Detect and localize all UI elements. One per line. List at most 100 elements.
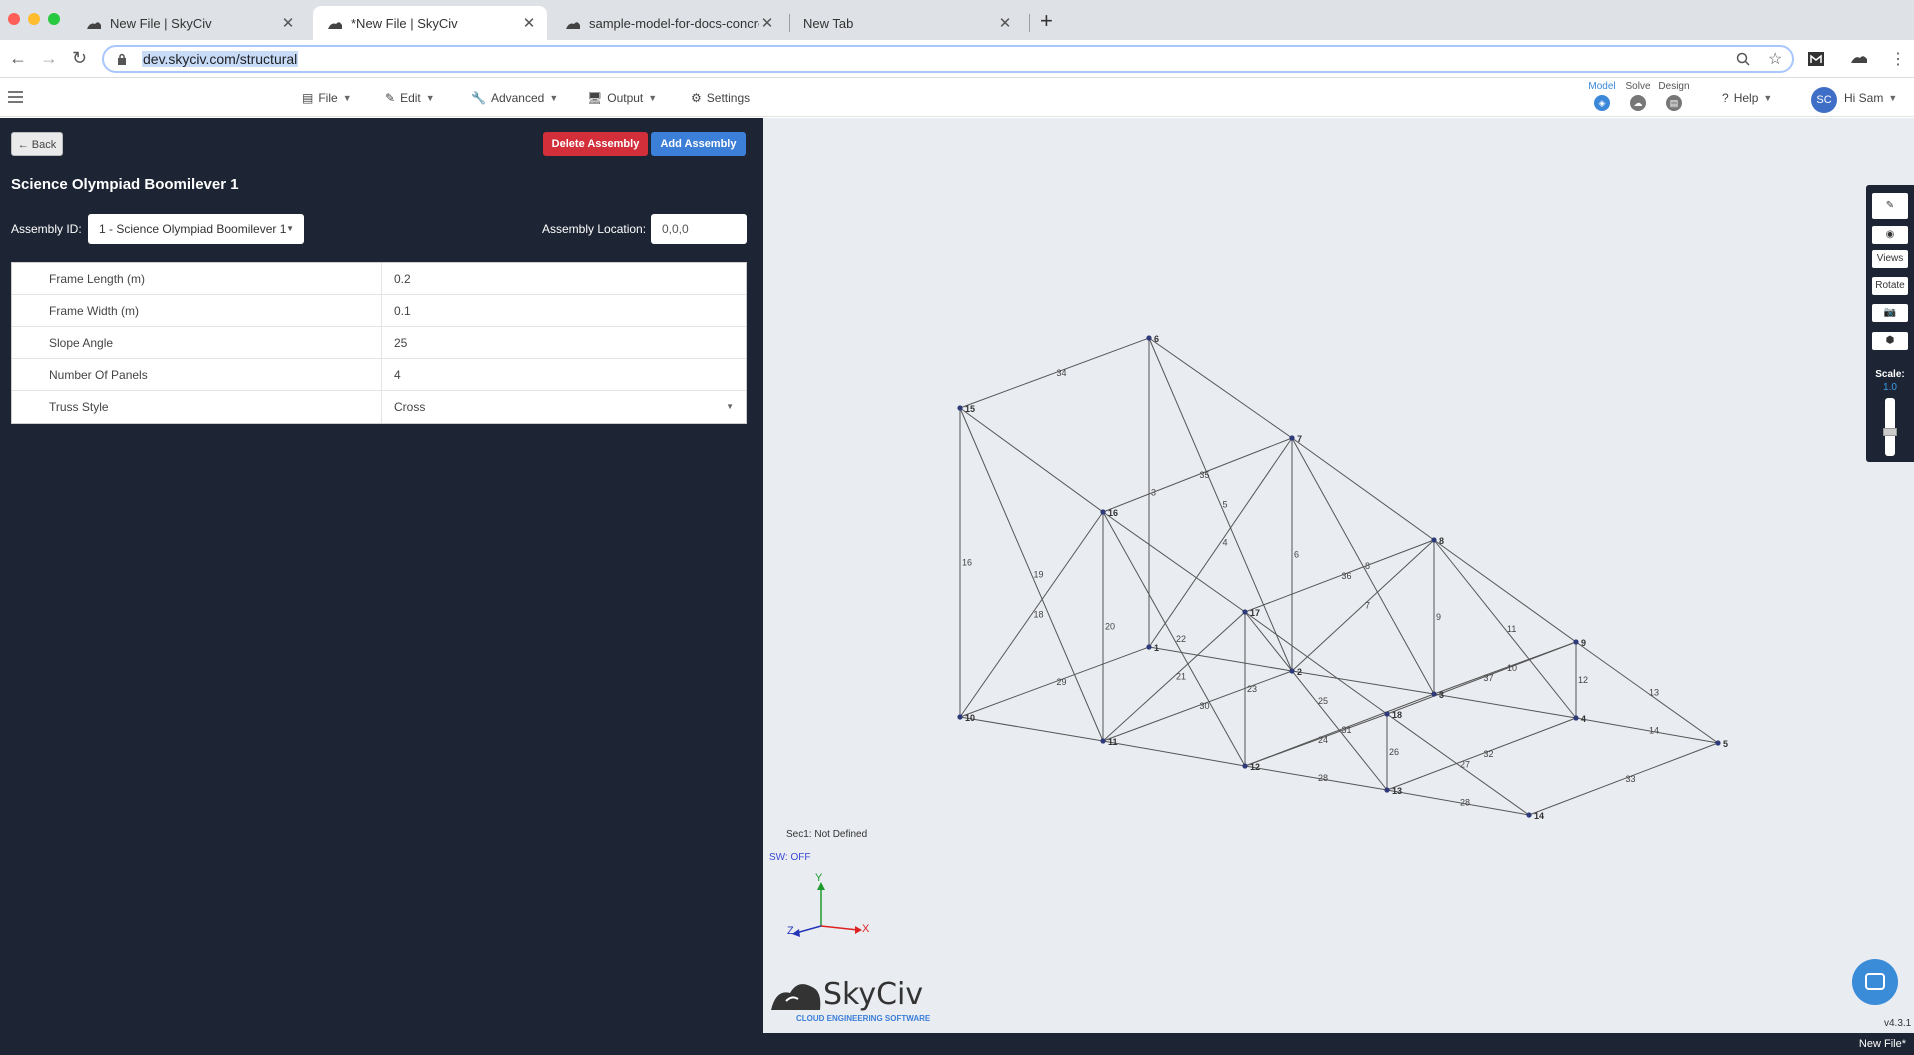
delete-assembly-button[interactable]: Delete Assembly <box>543 132 648 156</box>
truss-member[interactable] <box>1528 742 1719 816</box>
close-tab-icon[interactable]: ✕ <box>997 14 1013 32</box>
truss-node[interactable] <box>1146 335 1152 341</box>
truss-member[interactable] <box>1386 717 1577 791</box>
output-menu[interactable]: 🖥 Output ▼ <box>587 91 657 105</box>
url-text[interactable]: dev.skyciv.com/structural <box>142 51 299 67</box>
slope-angle-input[interactable]: 25 <box>382 327 746 358</box>
truss-member[interactable] <box>1575 717 1719 744</box>
model-mode-tab[interactable]: Model ◈ <box>1584 81 1620 111</box>
camera-icon[interactable]: 📷 <box>1872 304 1908 322</box>
browser-tab-4[interactable]: New Tab ✕ <box>789 6 1023 40</box>
frame-length-input[interactable]: 0.2 <box>382 263 746 294</box>
pencil-icon[interactable]: ✎ <box>1872 193 1908 219</box>
new-tab-plus-icon[interactable]: + <box>1040 10 1053 32</box>
hamburger-menu-icon[interactable] <box>8 91 23 103</box>
truss-member[interactable] <box>959 511 1104 718</box>
chat-support-button[interactable] <box>1852 959 1898 1005</box>
truss-node[interactable] <box>1384 711 1390 717</box>
truss-member[interactable] <box>1244 611 1388 715</box>
truss-member[interactable] <box>1386 789 1530 816</box>
number-of-panels-input[interactable]: 4 <box>382 359 746 390</box>
help-menu[interactable]: ? Help ▼ <box>1722 91 1772 105</box>
truss-member[interactable] <box>1244 611 1388 791</box>
truss-member[interactable] <box>1102 511 1246 613</box>
truss-node[interactable] <box>1573 715 1579 721</box>
maximize-window-button[interactable] <box>48 13 60 25</box>
truss-node[interactable] <box>1431 691 1437 697</box>
truss-member[interactable] <box>1102 740 1246 767</box>
add-assembly-button[interactable]: Add Assembly <box>651 132 746 156</box>
truss-member[interactable] <box>959 716 1104 742</box>
truss-node[interactable] <box>957 714 963 720</box>
minimize-window-button[interactable] <box>28 13 40 25</box>
scale-slider[interactable] <box>1883 398 1897 456</box>
truss-member[interactable] <box>959 337 1150 409</box>
browser-menu-kebab-icon[interactable]: ⋮ <box>1890 49 1906 69</box>
truss-member[interactable] <box>1433 693 1577 719</box>
truss-node[interactable] <box>1384 787 1390 793</box>
settings-menu[interactable]: ⚙ Settings <box>691 91 750 105</box>
truss-node[interactable] <box>1100 738 1106 744</box>
truss-node[interactable] <box>1289 435 1295 441</box>
truss-member[interactable] <box>1148 646 1293 672</box>
truss-member[interactable] <box>1102 611 1246 742</box>
truss-node[interactable] <box>1431 537 1437 543</box>
zoom-magnifier-icon[interactable] <box>1736 52 1750 69</box>
solve-mode-tab[interactable]: Solve ☁ <box>1620 81 1656 111</box>
design-mode-tab[interactable]: Design ▤ <box>1656 81 1692 111</box>
truss-style-select[interactable]: Cross ▼ <box>382 391 746 423</box>
truss-node[interactable] <box>1100 509 1106 515</box>
url-omnibox[interactable]: dev.skyciv.com/structural <box>102 45 1794 73</box>
truss-member[interactable] <box>1433 539 1577 643</box>
truss-member[interactable] <box>1291 670 1435 695</box>
file-menu[interactable]: ▤ File ▼ <box>302 91 352 105</box>
truss-node[interactable] <box>957 405 963 411</box>
scale-slider-handle[interactable] <box>1883 428 1897 436</box>
extension-m-icon[interactable] <box>1808 52 1824 69</box>
extension-skyciv-icon[interactable] <box>1850 52 1868 68</box>
truss-member[interactable] <box>1244 693 1435 767</box>
truss-member[interactable] <box>1102 511 1246 767</box>
frame-width-input[interactable]: 0.1 <box>382 295 746 326</box>
bookmark-star-icon[interactable]: ☆ <box>1768 49 1782 69</box>
truss-member[interactable] <box>1244 539 1435 613</box>
self-weight-status[interactable]: SW: OFF <box>769 852 810 863</box>
truss-member[interactable] <box>959 407 1104 513</box>
browser-tab-1[interactable]: New File | SkyCiv ✕ <box>72 6 306 40</box>
truss-node[interactable] <box>1242 763 1248 769</box>
user-avatar[interactable]: SC <box>1811 87 1837 113</box>
forward-arrow-icon[interactable]: → <box>40 49 58 67</box>
truss-member[interactable] <box>1291 539 1435 672</box>
truss-member[interactable] <box>1102 437 1293 513</box>
back-button[interactable]: ← Back <box>11 132 63 156</box>
reload-icon[interactable]: ↻ <box>72 49 87 67</box>
cube-icon[interactable]: ⬢ <box>1872 332 1908 350</box>
truss-node[interactable] <box>1289 668 1295 674</box>
model-viewport[interactable]: 1436912135487111028281620232627191822212… <box>763 118 1914 1033</box>
truss-node[interactable] <box>1242 609 1248 615</box>
truss-node[interactable] <box>1573 639 1579 645</box>
advanced-menu[interactable]: 🔧 Advanced ▼ <box>471 91 558 105</box>
close-tab-icon[interactable]: ✕ <box>280 14 296 32</box>
truss-member[interactable] <box>1575 641 1719 744</box>
close-window-button[interactable] <box>8 13 20 25</box>
edit-menu[interactable]: ✎ Edit ▼ <box>385 91 435 105</box>
truss-model-drawing[interactable]: 1436912135487111028281620232627191822212… <box>763 118 1914 1033</box>
close-tab-icon[interactable]: ✕ <box>759 14 775 32</box>
truss-member[interactable] <box>1386 713 1530 816</box>
truss-member[interactable] <box>1148 437 1293 648</box>
assembly-location-input[interactable]: 0,0,0 <box>651 214 747 244</box>
truss-member[interactable] <box>1291 437 1435 695</box>
truss-member[interactable] <box>1291 437 1435 541</box>
truss-member[interactable] <box>1244 765 1388 791</box>
truss-node[interactable] <box>1715 740 1721 746</box>
rotate-button[interactable]: Rotate <box>1872 277 1908 295</box>
views-button[interactable]: Views <box>1872 250 1908 268</box>
back-arrow-icon[interactable]: ← <box>9 49 27 67</box>
browser-tab-3[interactable]: sample-model-for-docs-concret ✕ <box>551 6 785 40</box>
truss-member[interactable] <box>959 646 1150 718</box>
truss-node[interactable] <box>1526 812 1532 818</box>
user-menu[interactable]: Hi Sam ▼ <box>1844 91 1897 105</box>
eye-icon[interactable]: ◉ <box>1872 226 1908 244</box>
close-tab-icon[interactable]: ✕ <box>521 14 537 32</box>
